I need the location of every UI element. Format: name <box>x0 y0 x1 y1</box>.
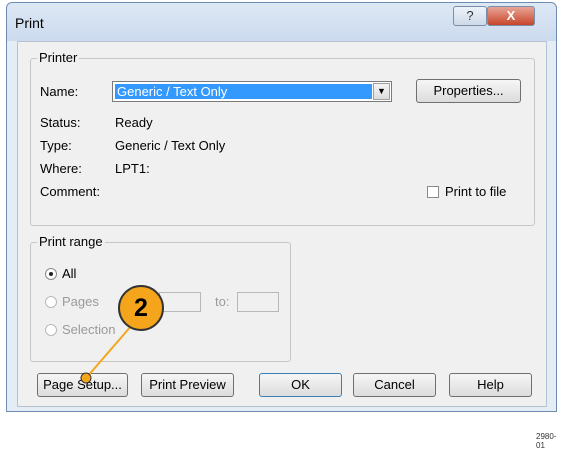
printer-group: Printer Name: Generic / Text Only ▼ Prop… <box>30 50 535 226</box>
title-bar: Print ? X <box>7 3 556 41</box>
figure-code: 2980-01 <box>536 432 557 450</box>
radio-all[interactable] <box>45 268 57 280</box>
printer-legend: Printer <box>37 50 80 65</box>
properties-button[interactable]: Properties... <box>416 79 521 103</box>
radio-selection-label[interactable]: Selection <box>62 322 115 337</box>
type-value: Generic / Text Only <box>115 138 226 153</box>
ok-button[interactable]: OK <box>259 373 342 397</box>
status-value: Ready <box>115 115 153 130</box>
close-button[interactable]: X <box>487 6 535 26</box>
page-setup-button[interactable]: Page Setup... <box>37 373 128 397</box>
type-label: Type: <box>40 138 72 153</box>
radio-pages-label[interactable]: Pages <box>62 294 99 309</box>
window-title: Print <box>15 15 44 31</box>
radio-selection[interactable] <box>45 324 57 336</box>
name-label: Name: <box>40 84 79 99</box>
radio-all-dot <box>49 272 53 276</box>
help-icon: ? <box>466 8 474 23</box>
radio-all-label[interactable]: All <box>62 266 76 281</box>
print-preview-button[interactable]: Print Preview <box>141 373 234 397</box>
close-icon: X <box>506 8 516 23</box>
callout-badge: 2 <box>118 285 164 331</box>
comment-label: Comment: <box>40 184 100 199</box>
where-value: LPT1: <box>115 161 150 176</box>
print-range-legend: Print range <box>37 234 105 249</box>
help-title-button[interactable]: ? <box>453 6 487 26</box>
where-label: Where: <box>40 161 82 176</box>
pages-to-label: to: <box>215 294 230 309</box>
print-to-file-checkbox[interactable] <box>427 186 439 198</box>
printer-name-select[interactable]: Generic / Text Only ▼ <box>112 81 392 102</box>
help-button[interactable]: Help <box>449 373 532 397</box>
radio-pages[interactable] <box>45 296 57 308</box>
pages-from-input[interactable] <box>159 292 201 312</box>
cancel-button[interactable]: Cancel <box>353 373 436 397</box>
chevron-down-icon[interactable]: ▼ <box>373 83 390 100</box>
dialog-body: Printer Name: Generic / Text Only ▼ Prop… <box>17 41 547 407</box>
pages-to-input[interactable] <box>237 292 279 312</box>
print-dialog: Print ? X Printer Name: Generic / Text O… <box>6 2 557 412</box>
status-label: Status: <box>40 115 81 130</box>
printer-name-value: Generic / Text Only <box>115 84 372 99</box>
print-to-file-label[interactable]: Print to file <box>445 184 506 199</box>
